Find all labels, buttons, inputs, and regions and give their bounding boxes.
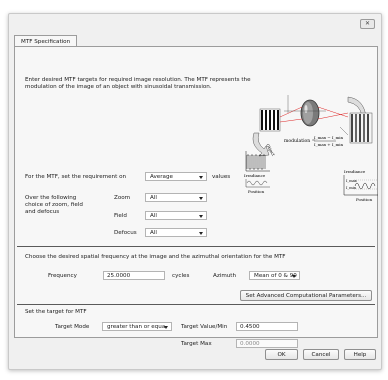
frequency-input[interactable]: 25.0000	[103, 271, 165, 280]
defocus-value: All	[150, 229, 157, 236]
help-label: Help	[353, 351, 367, 358]
modulation-label: modulation =	[284, 138, 316, 144]
ray-3	[317, 106, 349, 118]
image-grating	[349, 112, 373, 144]
advanced-parameters-label: Set Advanced Computational Parameters...	[245, 292, 367, 299]
ok-button[interactable]: OK	[265, 349, 298, 360]
chevron-down-icon	[164, 326, 168, 329]
mtf-panel: Enter desired MTF targets for required i…	[14, 46, 378, 348]
frequency-units: cycles	[172, 273, 190, 279]
over-group-label: Over the following choice of zoom, field…	[25, 195, 83, 215]
intro-text: Enter desired MTF targets for required i…	[25, 77, 251, 90]
field-value: All	[150, 212, 157, 219]
ray-2	[279, 118, 303, 123]
modulation-numerator: I_max − I_min	[314, 135, 344, 140]
target-mode-label: Target Mode	[55, 324, 90, 330]
defocus-label: Defocus	[114, 230, 137, 236]
zoom-label: Zoom	[114, 195, 131, 201]
cancel-label: Cancel	[311, 351, 331, 358]
chevron-down-icon	[199, 197, 203, 200]
tab-label: MTF Specification	[21, 38, 71, 45]
target-heading: Set the target for MTF	[25, 309, 87, 315]
field-label: Field	[114, 213, 127, 219]
chevron-down-icon	[199, 176, 203, 179]
target-mode-select[interactable]: greater than or equa	[102, 322, 172, 331]
page: ✕ MTF Specification Enter desired MTF ta…	[0, 0, 388, 380]
azimuth-select[interactable]: Mean of 0 & 90	[249, 271, 300, 280]
chevron-down-icon	[199, 215, 203, 218]
requirement-select[interactable]: Average	[145, 172, 207, 181]
target-value-value: 0.4500	[240, 323, 260, 330]
close-icon: ✕	[364, 20, 371, 27]
section-divider	[17, 304, 375, 305]
zoom-select[interactable]: All	[145, 193, 207, 202]
object-position-label: Position	[248, 189, 265, 194]
azimuth-value: Mean of 0 & 90	[254, 272, 297, 279]
chevron-down-icon	[199, 232, 203, 235]
ray-4	[317, 112, 349, 120]
help-button[interactable]: Help	[344, 349, 376, 360]
target-value-label: Target Value/Min	[181, 324, 228, 330]
requirement-label: For the MTF, set the requirement on	[25, 174, 127, 180]
image-irradiance-label: Irradiance	[344, 169, 366, 174]
object-grating	[259, 108, 281, 132]
imin-label: I_min	[346, 186, 357, 190]
requirement-suffix: values	[212, 174, 231, 180]
advanced-parameters-button[interactable]: Set Advanced Computational Parameters...	[240, 290, 372, 301]
frequency-value: 25.0000	[107, 272, 131, 279]
title-bar: ✕	[9, 14, 381, 32]
imax-label: I_max	[346, 179, 357, 183]
target-max-value: 0.0000	[240, 340, 260, 347]
section-divider	[17, 246, 375, 247]
mtf-dialog: ✕ MTF Specification Enter desired MTF ta…	[8, 13, 382, 370]
frequency-heading: Choose the desired spatial frequency at …	[25, 254, 286, 260]
requirement-value: Average	[150, 173, 173, 180]
target-max-label: Target Max	[181, 341, 212, 347]
lens-icon	[300, 99, 320, 127]
modulation-denominator: I_max + I_min	[314, 142, 344, 147]
chevron-down-icon	[292, 275, 296, 278]
target-mode-value: greater than or equa	[107, 323, 166, 330]
cancel-button[interactable]: Cancel	[303, 349, 339, 360]
zoom-value: All	[150, 194, 157, 201]
image-position-label: Position	[356, 197, 373, 202]
ok-label: OK	[277, 351, 286, 358]
defocus-select[interactable]: All	[145, 228, 207, 237]
field-select[interactable]: All	[145, 211, 207, 220]
frequency-label: Frequency	[48, 273, 77, 279]
target-max-input[interactable]: 0.0000	[236, 339, 298, 348]
mtf-diagram: modulation = I_max − I_min I_max + I_min…	[244, 95, 378, 202]
object-irradiance-label: Irradiance	[244, 173, 266, 178]
ray-1	[279, 106, 303, 118]
azimuth-label: Azimuth	[213, 273, 237, 279]
image-irradiance-plot: Irradiance I_max I_min Position	[343, 169, 378, 202]
close-button[interactable]: ✕	[360, 19, 375, 29]
target-value-input[interactable]: 0.4500	[236, 322, 298, 331]
